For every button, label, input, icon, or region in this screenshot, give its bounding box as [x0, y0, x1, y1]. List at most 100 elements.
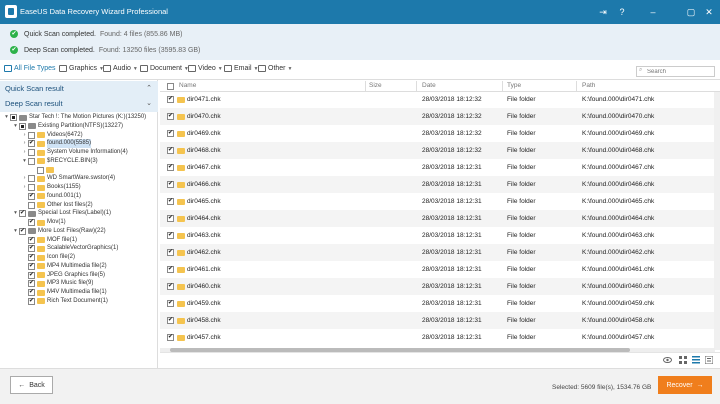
- table-row[interactable]: dir0470.chk 28/03/2018 18:12:32 File folde…: [160, 108, 715, 125]
- column-name[interactable]: Name: [179, 82, 196, 89]
- row-checkbox[interactable]: [167, 214, 174, 222]
- tree-node[interactable]: Icon file(2): [21, 253, 75, 262]
- expand-toggle-icon[interactable]: ▾: [12, 209, 19, 218]
- row-checkbox[interactable]: [167, 95, 174, 103]
- maximize-icon[interactable]: ▢: [684, 5, 698, 19]
- tree-node[interactable]: ▾ $RECYCLE.BIN(3): [21, 157, 98, 166]
- table-row[interactable]: dir0466.chk 28/03/2018 18:12:31 File folde…: [160, 176, 715, 193]
- table-row[interactable]: dir0459.chk 28/03/2018 18:12:31 File folde…: [160, 295, 715, 312]
- table-row[interactable]: dir0462.chk 28/03/2018 18:12:31 File folde…: [160, 244, 715, 261]
- tree-node-checkbox[interactable]: [28, 131, 35, 139]
- tree-node-checkbox[interactable]: [28, 297, 35, 306]
- close-icon[interactable]: ✕: [702, 5, 716, 19]
- tree-node[interactable]: ▾ Existing Partition(NTFS)(13227): [12, 122, 123, 131]
- row-checkbox[interactable]: [167, 231, 174, 239]
- tree-node-checkbox[interactable]: [19, 227, 26, 236]
- row-checkbox[interactable]: [167, 180, 174, 188]
- expand-toggle-icon[interactable]: ›: [21, 174, 28, 183]
- tree-node[interactable]: Mov(1): [21, 218, 66, 227]
- tree-node[interactable]: Rich Text Document(1): [21, 297, 108, 306]
- tree-node[interactable]: JPEG Graphics file(5): [21, 271, 105, 280]
- search-input[interactable]: [636, 66, 715, 77]
- tree-node-checkbox[interactable]: [28, 192, 35, 201]
- quick-scan-result-header[interactable]: Quick Scan result ⌃: [0, 81, 158, 97]
- tree-node[interactable]: › found.000(5585): [21, 139, 92, 149]
- tree-node-checkbox[interactable]: [19, 209, 26, 218]
- tree-node-checkbox[interactable]: [28, 184, 35, 191]
- tree-node-checkbox[interactable]: [28, 218, 35, 227]
- table-row[interactable]: dir0465.chk 28/03/2018 18:12:31 File folde…: [160, 193, 715, 210]
- table-row[interactable]: dir0469.chk 28/03/2018 18:12:32 File folde…: [160, 125, 715, 142]
- tree-node-checkbox[interactable]: [28, 201, 35, 209]
- filter-document[interactable]: Document ▼: [140, 65, 189, 72]
- preview-eye-icon[interactable]: [663, 356, 672, 364]
- table-row[interactable]: dir0457.chk 28/03/2018 18:12:31 File folde…: [160, 329, 715, 346]
- tree-node[interactable]: › Books(1155): [21, 183, 81, 192]
- expand-toggle-icon[interactable]: ▾: [21, 157, 28, 166]
- tree-node[interactable]: MOF file(1): [21, 236, 77, 245]
- recover-button[interactable]: Recover →: [658, 376, 712, 394]
- row-checkbox[interactable]: [167, 163, 174, 171]
- tree-node[interactable]: › System Volume Information(4): [21, 148, 128, 157]
- row-checkbox[interactable]: [167, 248, 174, 256]
- tree-node[interactable]: ▾ More Lost Files(Raw)(22): [12, 227, 106, 236]
- table-row[interactable]: dir0458.chk 28/03/2018 18:12:31 File folde…: [160, 312, 715, 329]
- expand-toggle-icon[interactable]: ›: [21, 131, 28, 140]
- filter-other[interactable]: Other ▼: [258, 65, 292, 72]
- detail-view-icon[interactable]: [704, 355, 714, 365]
- expand-toggle-icon[interactable]: ›: [21, 148, 28, 157]
- tree-node-checkbox[interactable]: [28, 244, 35, 253]
- expand-toggle-icon[interactable]: ›: [21, 183, 28, 192]
- filter-all-file-types[interactable]: All File Types: [4, 65, 56, 72]
- table-row[interactable]: dir0460.chk 28/03/2018 18:12:31 File folde…: [160, 278, 715, 295]
- tree-node-checkbox[interactable]: [28, 288, 35, 297]
- tree-node[interactable]: Other lost files(2): [21, 201, 93, 210]
- expand-toggle-icon[interactable]: ▾: [3, 113, 10, 122]
- column-divider[interactable]: [416, 81, 417, 91]
- row-checkbox[interactable]: [167, 333, 174, 341]
- column-divider[interactable]: [502, 81, 503, 91]
- filter-video[interactable]: Video ▼: [188, 65, 223, 72]
- deep-scan-result-header[interactable]: Deep Scan result ⌄: [0, 96, 158, 112]
- filter-audio[interactable]: Audio ▼: [103, 65, 138, 72]
- grid-view-icon[interactable]: [679, 356, 687, 364]
- row-checkbox[interactable]: [167, 282, 174, 290]
- tree-node-checkbox[interactable]: [28, 236, 35, 245]
- row-checkbox[interactable]: [167, 197, 174, 205]
- table-row[interactable]: dir0467.chk 28/03/2018 18:12:31 File folde…: [160, 159, 715, 176]
- tree-node[interactable]: MP3 Music file(9): [21, 279, 93, 288]
- tree-node[interactable]: ▾ Star Tech !: The Motion Pictures (K:)(1…: [3, 113, 146, 122]
- tree-node[interactable]: › WD SmartWare.swstor(4): [21, 174, 115, 183]
- select-all-checkbox[interactable]: [167, 83, 174, 90]
- expand-toggle-icon[interactable]: ▾: [12, 122, 19, 131]
- tree-node-checkbox[interactable]: [28, 175, 35, 183]
- tree-node-checkbox[interactable]: [28, 139, 35, 148]
- tree-node[interactable]: ScalableVectorGraphics(1): [21, 244, 118, 253]
- tree-node[interactable]: MP4 Multimedia file(2): [21, 262, 107, 271]
- vertical-scrollbar[interactable]: [714, 92, 720, 350]
- table-row[interactable]: dir0468.chk 28/03/2018 18:12:32 File folde…: [160, 142, 715, 159]
- table-row[interactable]: dir0464.chk 28/03/2018 18:12:31 File folde…: [160, 210, 715, 227]
- column-path[interactable]: Path: [582, 82, 595, 89]
- row-checkbox[interactable]: [167, 316, 174, 324]
- column-date[interactable]: Date: [422, 82, 436, 89]
- tree-node-checkbox[interactable]: [28, 157, 35, 165]
- row-checkbox[interactable]: [167, 299, 174, 307]
- help-icon[interactable]: ?: [615, 5, 629, 19]
- column-divider[interactable]: [576, 81, 577, 91]
- tree-node-checkbox[interactable]: [28, 253, 35, 262]
- expand-toggle-icon[interactable]: ›: [21, 139, 28, 148]
- expand-toggle-icon[interactable]: ▾: [12, 227, 19, 236]
- table-row[interactable]: dir0461.chk 28/03/2018 18:12:31 File folde…: [160, 261, 715, 278]
- row-checkbox[interactable]: [167, 129, 174, 137]
- tree-node[interactable]: M4V Multimedia file(1): [21, 288, 107, 297]
- tree-node[interactable]: found.001(1): [21, 192, 81, 201]
- column-size[interactable]: Size: [369, 82, 382, 89]
- filter-email[interactable]: Email ▼: [224, 65, 258, 72]
- back-button[interactable]: ← Back: [10, 376, 53, 394]
- tree-node-checkbox[interactable]: [19, 122, 26, 130]
- list-view-icon[interactable]: [692, 356, 700, 364]
- table-row[interactable]: dir0471.chk 28/03/2018 18:12:32 File folde…: [160, 91, 715, 108]
- tree-node-checkbox[interactable]: [28, 262, 35, 271]
- tree-node-checkbox[interactable]: [10, 114, 17, 121]
